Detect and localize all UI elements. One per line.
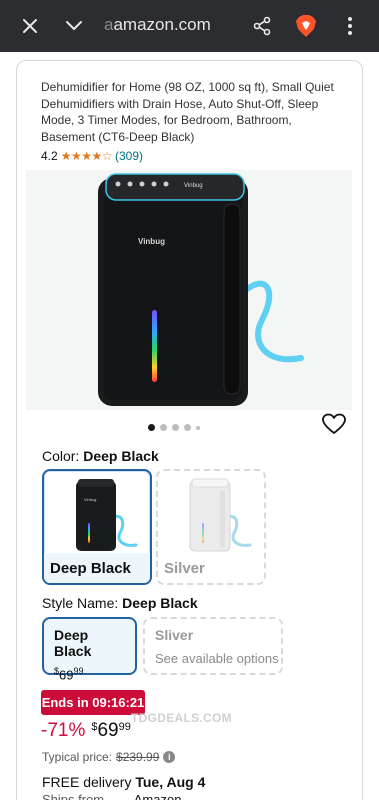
gallery-dot[interactable]	[184, 424, 191, 431]
deal-price: $6999	[91, 720, 131, 741]
color-label-row: Color: Deep Black	[42, 448, 159, 464]
style-label: Style Name:	[42, 595, 119, 611]
info-icon[interactable]: i	[163, 751, 176, 763]
product-title[interactable]: Dehumidifier for Home (98 OZ, 1000 sq ft…	[41, 79, 341, 145]
discount-percent: -71%	[41, 720, 86, 741]
heart-icon[interactable]	[322, 413, 346, 435]
typical-price-label: Typical price:	[42, 750, 113, 764]
rating-value: 4.2	[41, 149, 58, 163]
svg-text:Vinbug: Vinbug	[184, 183, 203, 189]
color-selected: Deep Black	[83, 448, 159, 464]
color-label: Color:	[42, 448, 80, 464]
gallery-dot[interactable]	[196, 425, 200, 430]
delivery-line: FREE delivery Tue, Aug 4	[42, 774, 205, 790]
browser-toolbar: aamazon.com	[0, 0, 379, 52]
more-vert-icon[interactable]	[336, 0, 364, 52]
svg-text:Vinbug: Vinbug	[138, 237, 165, 246]
product-image[interactable]: Vinbug Vinbug	[26, 170, 352, 410]
style-option-deep-black[interactable]: Deep Black $6999	[42, 617, 137, 682]
gallery-dot[interactable]	[172, 424, 179, 431]
star-rating-icon: ★★★★☆	[60, 149, 113, 163]
chevron-down-icon[interactable]	[60, 0, 88, 52]
svg-text:Vinbug: Vinbug	[84, 497, 96, 502]
delivery-date: Tue, Aug 4	[135, 774, 206, 790]
ships-from-value: Amazon	[133, 792, 182, 800]
color-option-label: Silver	[164, 559, 205, 577]
style-label-row: Style Name: Deep Black	[42, 595, 198, 611]
gallery-dot[interactable]	[160, 424, 167, 431]
style-option-sliver[interactable]: Sliver See available options	[143, 617, 283, 675]
color-option-silver[interactable]: Silver	[156, 469, 266, 585]
brave-lion-icon[interactable]	[292, 0, 320, 52]
deal-timer-badge: Ends in 09:16:21	[41, 690, 145, 715]
color-option-label: Deep Black	[44, 553, 150, 583]
style-option-name: Deep Black	[54, 627, 92, 659]
style-option-availability: See available options	[155, 651, 279, 666]
price-row: -71% $6999	[41, 720, 131, 742]
watermark: TDGDEALS.COM	[131, 711, 232, 725]
url-bar[interactable]: aamazon.com	[104, 15, 211, 35]
gallery-dots[interactable]	[148, 424, 200, 431]
ships-from-line: Ships from Amazon	[42, 792, 181, 800]
style-option-name: Sliver	[155, 627, 194, 643]
style-option-price: $6999	[54, 666, 84, 683]
delivery-prefix: FREE delivery	[42, 774, 132, 790]
close-icon[interactable]	[16, 0, 44, 52]
ships-from-label: Ships from	[42, 792, 105, 800]
gallery-dot[interactable]	[148, 424, 155, 431]
typical-price-row: Typical price: $239.99 i	[42, 750, 176, 764]
typical-price-value: $239.99	[116, 750, 160, 764]
style-selected: Deep Black	[122, 595, 198, 611]
rating-row[interactable]: 4.2 ★★★★☆ (309)	[41, 149, 143, 163]
swatch-thumbnail	[158, 471, 264, 555]
swatch-thumbnail: Vinbug	[44, 471, 150, 555]
url-domain: amazon.com	[113, 15, 211, 34]
share-icon[interactable]	[248, 0, 276, 52]
rating-count[interactable]: (309)	[115, 149, 143, 163]
color-option-deep-black[interactable]: Vinbug Deep Black	[42, 469, 152, 585]
